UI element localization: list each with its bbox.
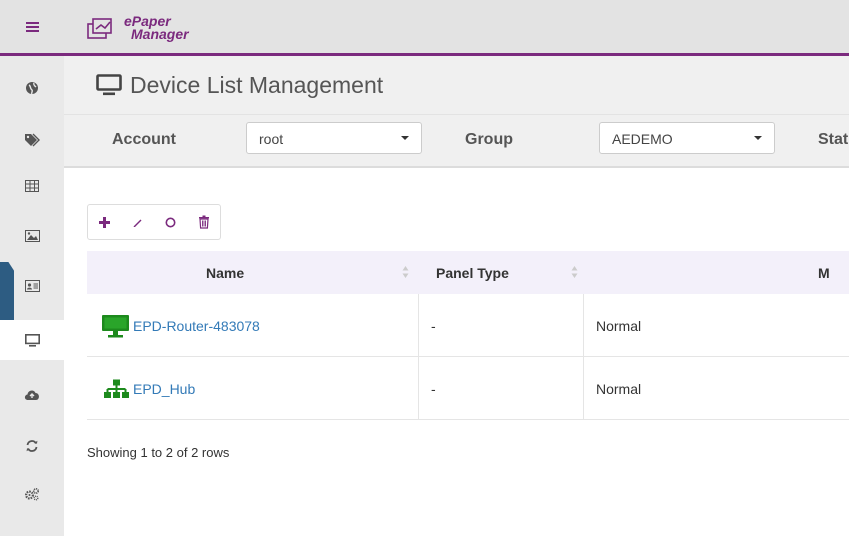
account-label: Account xyxy=(112,131,176,148)
filter-bar: Account root Group AEDEMO Stat xyxy=(64,114,849,168)
account-select-value: root xyxy=(259,131,284,147)
sidebar-item-tags[interactable] xyxy=(0,120,64,160)
column-header-name[interactable]: Name xyxy=(206,251,244,294)
sidebar-item-image[interactable] xyxy=(0,216,64,256)
table-header: Name Panel Type M xyxy=(87,251,849,294)
pagination-info: Showing 1 to 2 of 2 rows xyxy=(87,445,230,460)
logo-graphic-icon xyxy=(87,18,112,39)
table-icon xyxy=(25,180,39,192)
account-select[interactable]: root xyxy=(246,122,422,154)
toggle-button[interactable] xyxy=(154,205,187,239)
image-icon xyxy=(24,230,40,242)
circle-icon xyxy=(165,217,176,227)
sidebar-item-table[interactable] xyxy=(0,166,64,206)
column-divider xyxy=(418,357,419,420)
sidebar-item-globe[interactable] xyxy=(0,68,64,108)
chevron-down-icon xyxy=(754,136,762,140)
monitor-icon xyxy=(24,333,40,347)
panel-type-cell: - xyxy=(431,317,436,334)
delete-button[interactable] xyxy=(187,205,220,239)
gears-icon xyxy=(24,487,40,501)
sidebar-item-devices[interactable] xyxy=(0,320,64,360)
column-header-panel-type[interactable]: Panel Type xyxy=(436,251,509,294)
logo-text-line2: Manager xyxy=(131,26,189,42)
sidebar-item-sync[interactable] xyxy=(0,426,64,466)
table-row[interactable]: EPD-Router-483078 - Normal xyxy=(87,294,849,357)
device-name-link[interactable]: EPD_Hub xyxy=(133,381,195,397)
column-header-m[interactable]: M xyxy=(818,251,830,294)
table-toolbar xyxy=(87,204,221,240)
sidebar-item-upload[interactable] xyxy=(0,374,64,414)
table-row[interactable]: EPD_Hub - Normal xyxy=(87,357,849,420)
group-select-value: AEDEMO xyxy=(612,131,673,147)
sidebar-item-settings[interactable] xyxy=(0,474,64,514)
add-button[interactable] xyxy=(88,205,121,239)
device-table: Name Panel Type M EPD-Router-483078 - No… xyxy=(87,251,849,420)
title-bar: Device List Management xyxy=(64,56,849,114)
app-logo[interactable]: ePaper Manager xyxy=(86,10,189,46)
panel-type-cell: - xyxy=(431,380,436,397)
edit-button[interactable] xyxy=(121,205,154,239)
device-name-link[interactable]: EPD-Router-483078 xyxy=(133,318,260,334)
edit-icon xyxy=(133,219,142,227)
trash-icon xyxy=(198,215,209,229)
top-bar: ePaper Manager xyxy=(0,0,849,56)
cloud-upload-icon xyxy=(24,390,39,400)
sort-icon[interactable] xyxy=(402,265,409,279)
sidebar xyxy=(0,56,64,536)
id-card-icon xyxy=(24,280,40,292)
monitor-icon xyxy=(102,314,129,337)
add-icon xyxy=(99,216,110,228)
name-cell: EPD_Hub xyxy=(103,357,195,420)
status-cell: Normal xyxy=(596,380,642,397)
status-cell: Normal xyxy=(596,317,642,334)
group-label: Group xyxy=(465,131,513,148)
tags-icon xyxy=(25,133,40,147)
refresh-icon xyxy=(26,440,38,452)
column-divider xyxy=(583,294,584,357)
chevron-down-icon xyxy=(401,136,409,140)
hamburger-menu-icon[interactable] xyxy=(0,0,64,53)
monitor-icon xyxy=(96,74,122,96)
column-divider xyxy=(583,357,584,420)
globe-icon xyxy=(26,82,38,95)
network-icon xyxy=(104,379,129,398)
sort-icon[interactable] xyxy=(571,265,578,279)
group-select[interactable]: AEDEMO xyxy=(599,122,775,154)
page-title: Device List Management xyxy=(130,71,384,98)
column-divider xyxy=(418,294,419,357)
main-content: Device List Management Account root Grou… xyxy=(64,56,849,536)
status-label: Stat xyxy=(818,131,849,148)
name-cell: EPD-Router-483078 xyxy=(101,294,260,357)
